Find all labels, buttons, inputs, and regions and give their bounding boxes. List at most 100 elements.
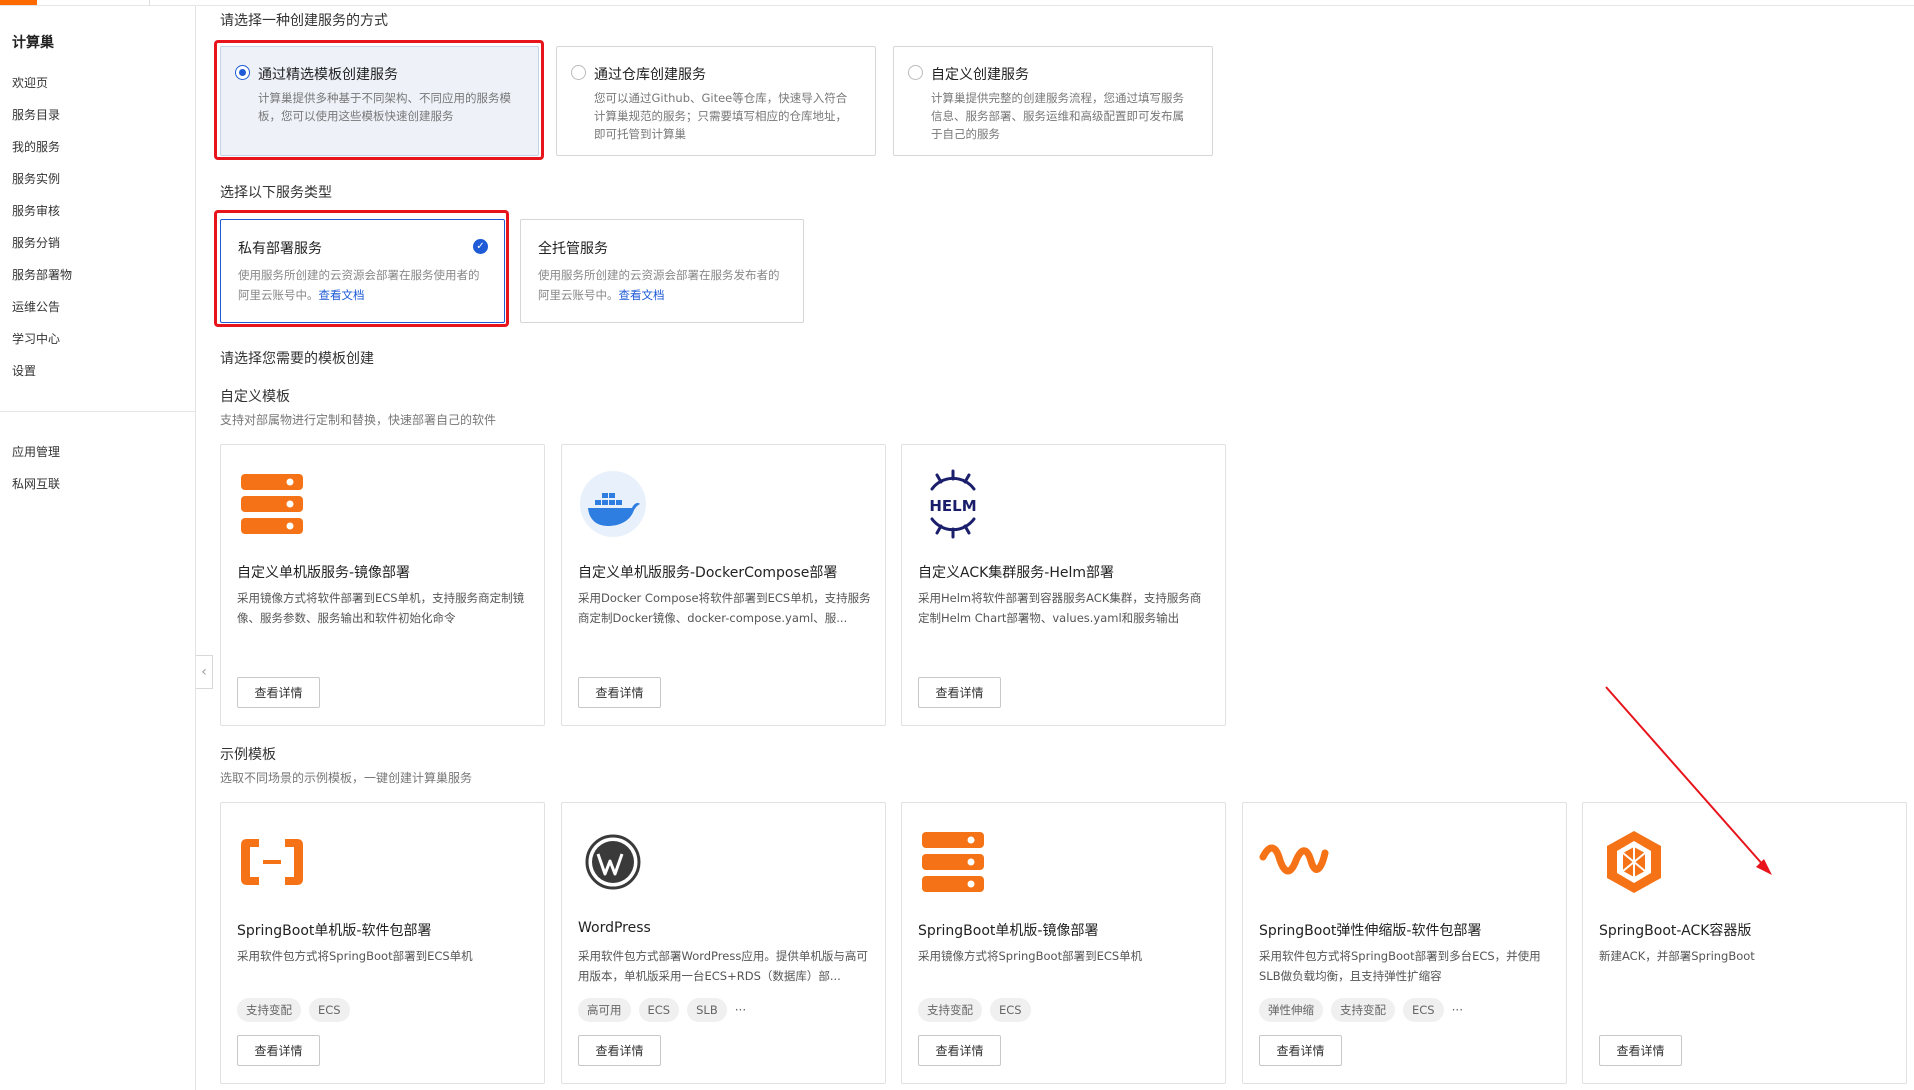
template-card[interactable]: SpringBoot-ACK容器版 新建ACK，并部署SpringBoot 查看…: [1582, 802, 1907, 1084]
sidebar-item-artifacts[interactable]: 服务部署物: [12, 266, 72, 283]
sidebar-item-catalog[interactable]: 服务目录: [12, 106, 60, 123]
template-title: SpringBoot单机版-软件包部署: [237, 923, 432, 939]
template-desc: 采用软件包方式部署WordPress应用。提供单机版与高可用版本，单机版采用一台…: [578, 949, 868, 983]
sidebar-collapse-button[interactable]: ‹: [196, 655, 213, 689]
template-heading: 请选择您需要的模板创建: [220, 351, 374, 367]
template-desc: 采用镜像方式将SpringBoot部署到ECS单机: [918, 949, 1143, 963]
sidebar-item-distribution[interactable]: 服务分销: [12, 234, 60, 251]
view-details-button[interactable]: 查看详情: [578, 677, 661, 708]
view-docs-link[interactable]: 查看文档: [319, 288, 365, 302]
example-templates-subtitle: 选取不同场景的示例模板，一键创建计算巢服务: [220, 771, 473, 785]
template-desc: 采用软件包方式将SpringBoot部署到多台ECS，并使用SLB做负载均衡，且…: [1259, 949, 1541, 983]
top-bar: [0, 0, 1914, 6]
container-cube-icon: [1607, 831, 1661, 893]
helm-icon: HELM: [929, 469, 977, 539]
service-type-managed[interactable]: 全托管服务 使用服务所创建的云资源会部署在服务发布者的阿里云账号中。查看文档: [520, 219, 804, 323]
brand-accent: [0, 0, 37, 5]
method-custom-option[interactable]: 自定义创建服务 计算巢提供完整的创建服务流程，您通过填写服务信息、服务部署、服务…: [893, 46, 1213, 156]
tag: 高可用: [578, 998, 631, 1022]
custom-templates-subtitle: 支持对部属物进行定制和替换，快速部署自己的软件: [220, 413, 497, 427]
template-desc: 采用软件包方式将SpringBoot部署到ECS单机: [237, 949, 473, 963]
method-option-desc: 您可以通过Github、Gitee等仓库，快速导入符合计算巢规范的服务；只需要填…: [594, 91, 848, 141]
radio-icon[interactable]: [571, 65, 586, 80]
docker-icon: [580, 471, 646, 537]
template-card[interactable]: HELM 自定义ACK集群服务-Helm部署 采用Helm将软件部署到容器服务A…: [901, 444, 1226, 726]
method-option-desc: 计算巢提供完整的创建服务流程，您通过填写服务信息、服务部署、服务运维和高级配置即…: [931, 91, 1184, 141]
service-type-title: 全托管服务: [538, 241, 608, 257]
sidebar-item-review[interactable]: 服务审核: [12, 202, 60, 219]
view-details-button[interactable]: 查看详情: [918, 677, 1001, 708]
sidebar-item-app-management[interactable]: 应用管理: [12, 443, 60, 460]
view-details-button[interactable]: 查看详情: [1259, 1035, 1342, 1066]
tag: 支持变配: [237, 998, 301, 1022]
template-title: SpringBoot单机版-镜像部署: [918, 923, 1099, 939]
template-card[interactable]: SpringBoot单机版-镜像部署 采用镜像方式将SpringBoot部署到E…: [901, 802, 1226, 1084]
template-card[interactable]: 自定义单机版服务-DockerCompose部署 采用Docker Compos…: [561, 444, 886, 726]
sidebar-item-learning[interactable]: 学习中心: [12, 330, 60, 347]
template-desc: 新建ACK，并部署SpringBoot: [1599, 949, 1755, 963]
method-repository-option[interactable]: 通过仓库创建服务 您可以通过Github、Gitee等仓库，快速导入符合计算巢规…: [556, 46, 876, 156]
template-card[interactable]: WordPress 采用软件包方式部署WordPress应用。提供单机版与高可用…: [561, 802, 886, 1084]
view-docs-link[interactable]: 查看文档: [619, 288, 665, 302]
sidebar-item-my-services[interactable]: 我的服务: [12, 138, 60, 155]
tag: ECS: [309, 998, 350, 1022]
server-stack-icon: [922, 832, 984, 892]
template-title: 自定义单机版服务-镜像部署: [237, 565, 411, 581]
custom-templates-title: 自定义模板: [220, 389, 290, 405]
template-title: WordPress: [578, 920, 651, 936]
tag: 支持变配: [1331, 998, 1395, 1022]
template-desc: 采用Helm将软件部署到容器服务ACK集群，支持服务商定制Helm Chart部…: [918, 591, 1202, 625]
template-title: SpringBoot-ACK容器版: [1599, 923, 1752, 939]
template-desc: 采用镜像方式将软件部署到ECS单机，支持服务商定制镜像、服务参数、服务输出和软件…: [237, 591, 525, 625]
sidebar-title: 计算巢: [12, 35, 54, 51]
tag: ECS: [638, 998, 680, 1022]
method-option-title: 通过精选模板创建服务: [258, 67, 398, 83]
view-details-button[interactable]: 查看详情: [918, 1035, 1001, 1066]
view-details-button[interactable]: 查看详情: [237, 677, 320, 708]
service-type-desc: 使用服务所创建的云资源会部署在服务使用者的阿里云账号中。查看文档: [238, 268, 480, 302]
template-title: SpringBoot弹性伸缩版-软件包部署: [1259, 923, 1482, 939]
template-card[interactable]: 自定义单机版服务-镜像部署 采用镜像方式将软件部署到ECS单机，支持服务商定制镜…: [220, 444, 545, 726]
tag: ECS: [990, 998, 1031, 1022]
template-card[interactable]: SpringBoot弹性伸缩版-软件包部署 采用软件包方式将SpringBoot…: [1242, 802, 1567, 1084]
service-type-desc: 使用服务所创建的云资源会部署在服务发布者的阿里云账号中。查看文档: [538, 268, 780, 302]
sidebar: 计算巢 欢迎页 服务目录 我的服务 服务实例 服务审核 服务分销 服务部署物 运…: [0, 6, 196, 1090]
method-heading: 请选择一种创建服务的方式: [220, 13, 388, 29]
chevron-left-icon: ‹: [201, 664, 207, 680]
service-type-heading: 选择以下服务类型: [220, 185, 332, 201]
method-option-title: 通过仓库创建服务: [594, 67, 706, 83]
tag-list: 高可用 ECS SLB ···: [578, 998, 746, 1022]
method-option-title: 自定义创建服务: [931, 67, 1029, 83]
tag: SLB: [687, 998, 727, 1022]
sidebar-item-announcements[interactable]: 运维公告: [12, 298, 60, 315]
server-stack-icon: [241, 474, 303, 534]
service-type-private[interactable]: 私有部署服务 ✓ 使用服务所创建的云资源会部署在服务使用者的阿里云账号中。查看文…: [220, 219, 505, 323]
radio-selected-icon[interactable]: [235, 65, 250, 80]
tag-list: 弹性伸缩 支持变配 ECS ···: [1259, 998, 1463, 1022]
wordpress-icon: [585, 834, 641, 890]
more-tags-indicator[interactable]: ···: [1452, 1003, 1463, 1017]
view-details-button[interactable]: 查看详情: [578, 1035, 661, 1066]
template-desc: 采用Docker Compose将软件部署到ECS单机，支持服务商定制Docke…: [578, 591, 871, 625]
sidebar-item-private-network[interactable]: 私网互联: [12, 475, 60, 492]
service-type-title: 私有部署服务: [238, 241, 322, 257]
template-title: 自定义单机版服务-DockerCompose部署: [578, 565, 838, 581]
method-option-desc: 计算巢提供多种基于不同架构、不同应用的服务模板，您可以使用这些模板快速创建服务: [258, 91, 511, 123]
helm-logo-text: HELM: [929, 497, 976, 515]
tag: ECS: [1403, 998, 1444, 1022]
tag: 弹性伸缩: [1259, 998, 1323, 1022]
view-details-button[interactable]: 查看详情: [1599, 1035, 1682, 1066]
example-templates-title: 示例模板: [220, 747, 276, 763]
sidebar-item-instances[interactable]: 服务实例: [12, 170, 60, 187]
view-details-button[interactable]: 查看详情: [237, 1035, 320, 1066]
template-card[interactable]: SpringBoot单机版-软件包部署 采用软件包方式将SpringBoot部署…: [220, 802, 545, 1084]
tag: 支持变配: [918, 998, 982, 1022]
more-tags-indicator[interactable]: ···: [735, 1003, 746, 1017]
tag-list: 支持变配 ECS: [918, 998, 1031, 1022]
method-template-option[interactable]: 通过精选模板创建服务 计算巢提供多种基于不同架构、不同应用的服务模板，您可以使用…: [220, 46, 539, 156]
sidebar-item-settings[interactable]: 设置: [12, 362, 36, 379]
sidebar-item-welcome[interactable]: 欢迎页: [12, 74, 48, 91]
tag-list: 支持变配 ECS: [237, 998, 350, 1022]
aliyun-icon: [241, 839, 303, 885]
radio-icon[interactable]: [908, 65, 923, 80]
